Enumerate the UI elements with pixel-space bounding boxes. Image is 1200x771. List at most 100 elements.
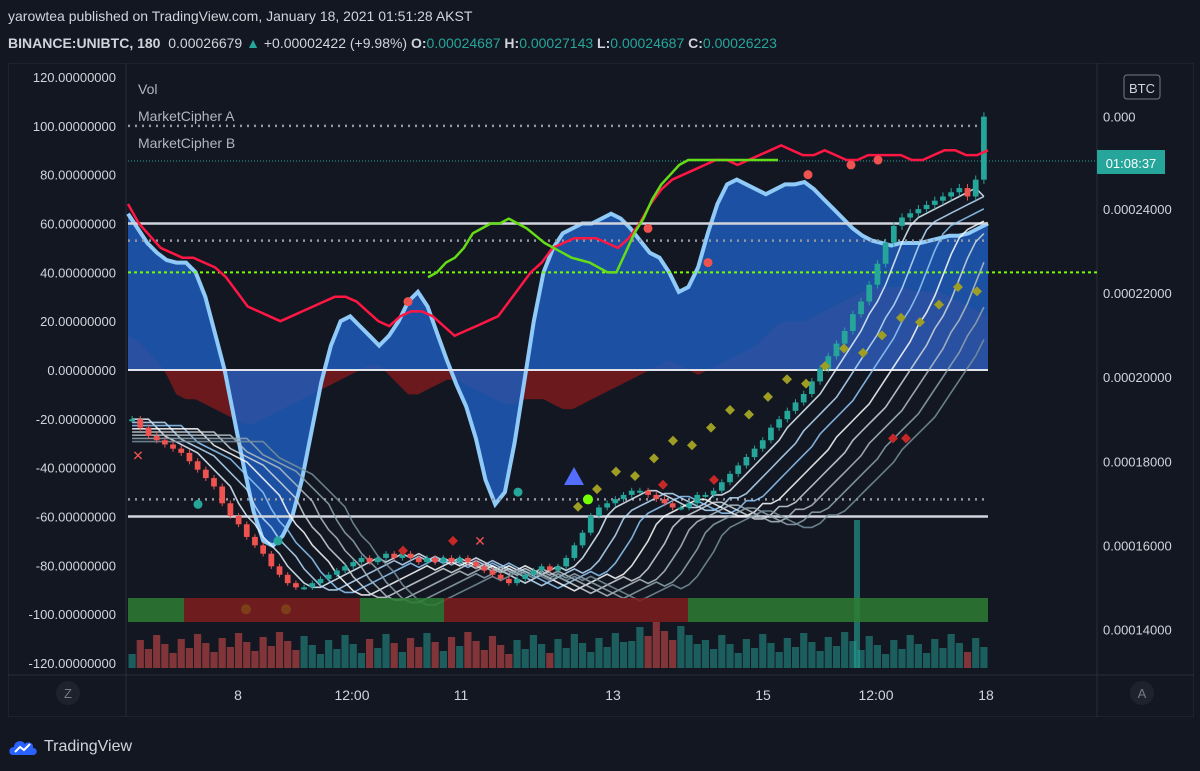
- volume-bar: [325, 640, 333, 668]
- right-axis-tick: 0.00022000: [1103, 286, 1172, 301]
- volume-bar: [931, 639, 939, 668]
- volume-bar: [750, 648, 759, 668]
- volume-bar: [390, 643, 398, 668]
- candle-body: [202, 469, 209, 479]
- candle-body: [645, 490, 651, 495]
- wavetrend-dot: [273, 536, 283, 546]
- volume-bar: [185, 648, 194, 668]
- candle-body: [784, 410, 791, 420]
- volume-spike: [854, 520, 860, 668]
- volume-bar: [349, 644, 357, 668]
- volume-bar: [783, 638, 791, 668]
- left-axis-tick: -60.00000000: [36, 510, 116, 525]
- candle-body: [620, 494, 627, 500]
- volume-bar: [341, 635, 349, 668]
- volume-bar: [710, 649, 718, 668]
- candle-body: [342, 566, 348, 571]
- trend-strip: [128, 598, 988, 622]
- candle-body: [727, 473, 733, 483]
- candle-body: [571, 545, 578, 558]
- candle-body: [219, 486, 226, 504]
- candle-body: [637, 490, 643, 493]
- volume-bar: [234, 633, 243, 668]
- candle-body: [604, 503, 611, 508]
- volume-bar: [816, 651, 824, 668]
- volume-bar: [259, 637, 267, 668]
- candle-body: [874, 263, 881, 285]
- left-axis-tick: 120.00000000: [33, 70, 116, 85]
- candle-body: [563, 557, 570, 567]
- candle-body: [317, 578, 324, 584]
- volume-bar: [218, 638, 226, 668]
- candle-body: [972, 179, 979, 197]
- candle-body: [497, 574, 504, 579]
- volume-bar: [660, 631, 669, 668]
- time-axis-tick: 18: [978, 687, 994, 703]
- candle-body: [555, 566, 561, 571]
- volume-bar: [161, 644, 169, 668]
- wavetrend-dot: [803, 170, 813, 180]
- volume-bar: [808, 642, 816, 668]
- price-chart[interactable]: ✕✕ 120.00000000100.0000000080.0000000060…: [8, 63, 1194, 717]
- volume-bar: [767, 643, 775, 668]
- volume-bar: [505, 654, 513, 668]
- volume-bar: [972, 638, 980, 668]
- candle-body: [440, 557, 447, 563]
- volume-bar: [382, 634, 390, 668]
- volume-bar: [718, 635, 726, 668]
- candle-body: [333, 570, 340, 575]
- candle-body: [391, 553, 398, 558]
- candle-body: [309, 583, 316, 588]
- candle-body: [751, 448, 758, 458]
- volume-bar: [587, 652, 595, 668]
- candle-body: [145, 427, 152, 437]
- volume-bar: [267, 646, 275, 668]
- volume-bar: [652, 622, 660, 668]
- left-axis-tick: 20.00000000: [40, 314, 116, 329]
- candle-body: [178, 448, 185, 453]
- candle-body: [448, 557, 455, 563]
- candle-body: [669, 503, 676, 508]
- candle-body: [981, 116, 987, 180]
- trend-strip-segment: [128, 598, 184, 622]
- volume-bar: [497, 645, 505, 668]
- candle-body: [284, 574, 291, 584]
- left-axis-tick: -80.00000000: [36, 558, 116, 573]
- volume-bar: [480, 650, 488, 668]
- left-axis-tick: -40.00000000: [36, 461, 116, 476]
- candle-body: [170, 444, 176, 449]
- left-axis-tick: 100.00000000: [33, 119, 116, 134]
- candle-body: [325, 574, 332, 579]
- volume-bar: [194, 634, 202, 668]
- wavetrend-dot: [513, 487, 523, 497]
- cross-icon: ✕: [474, 533, 486, 549]
- volume-bar: [153, 635, 161, 668]
- right-axis-tick: 0.00024000: [1103, 202, 1172, 217]
- tradingview-logo[interactable]: TradingView: [8, 737, 132, 757]
- volume-bar: [128, 654, 136, 668]
- candle-body: [940, 196, 946, 201]
- wavetrend-dot: [873, 155, 883, 165]
- volume-bar: [865, 636, 873, 668]
- volume-bar: [906, 635, 914, 668]
- volume-bar: [955, 643, 963, 668]
- candle-body: [768, 427, 774, 441]
- volume-bar: [439, 651, 447, 668]
- candle-body: [268, 553, 275, 567]
- volume-bar: [529, 635, 538, 668]
- volume-bar: [824, 637, 832, 668]
- volume-bar: [636, 627, 644, 668]
- volume-bar: [898, 649, 906, 668]
- volume-bar: [472, 641, 480, 668]
- symbol-name[interactable]: BINANCE:UNIBTC, 180: [8, 35, 160, 51]
- volume-bar: [366, 639, 374, 668]
- candle-body: [530, 570, 537, 575]
- candle-body: [931, 200, 938, 205]
- volume-bar: [210, 652, 218, 668]
- volume-bar: [316, 654, 325, 668]
- candle-body: [587, 515, 594, 533]
- volume-bar: [464, 632, 472, 668]
- candle-body: [129, 419, 135, 422]
- time-axis-tick: 12:00: [858, 687, 893, 703]
- volume-bar: [791, 647, 800, 668]
